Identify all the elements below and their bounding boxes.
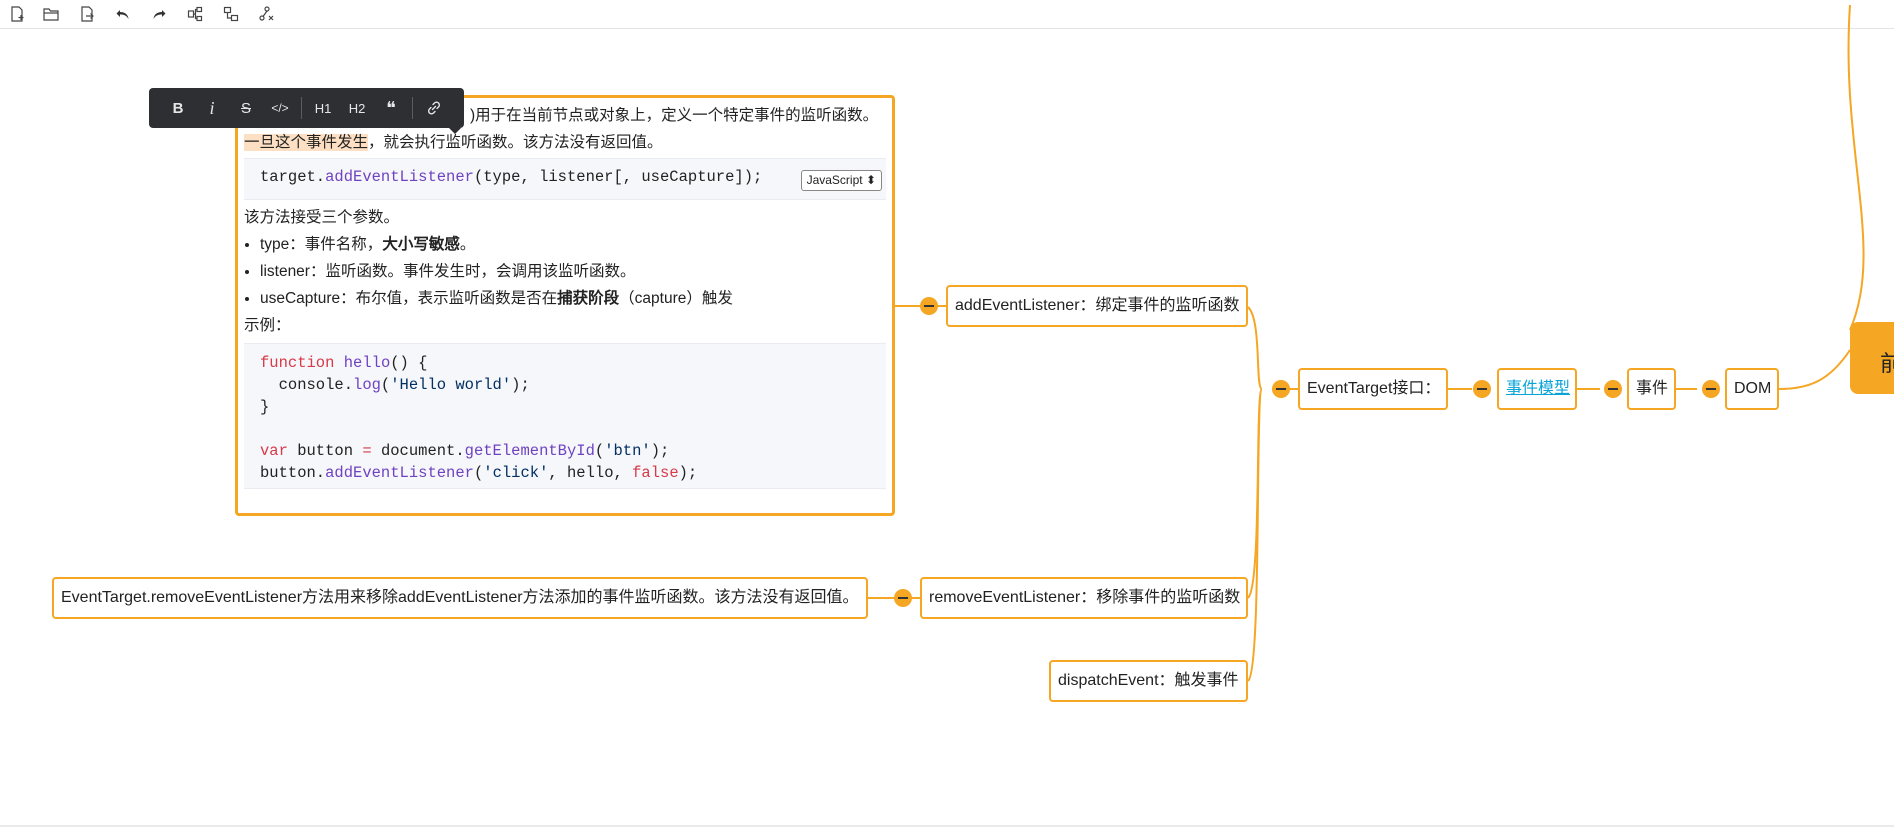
params-intro: 该方法接受三个参数。 bbox=[244, 209, 400, 226]
collapse-add-event-listener-button[interactable] bbox=[920, 297, 938, 315]
collapse-remove-event-listener-button[interactable] bbox=[894, 589, 912, 607]
node-dispatch-event-label: dispatchEvent：触发事件 bbox=[1058, 672, 1239, 689]
node-event-model-link[interactable]: 事件模型 bbox=[1506, 379, 1570, 399]
node-remove-event-listener[interactable]: removeEventListener：移除事件的监听函数 bbox=[920, 577, 1248, 619]
italic-button[interactable]: i bbox=[195, 92, 229, 124]
code-button[interactable]: </> bbox=[263, 92, 297, 124]
node-dispatch-event[interactable]: dispatchEvent：触发事件 bbox=[1049, 660, 1248, 702]
example-code-block[interactable]: function hello() { console.log('Hello wo… bbox=[244, 343, 886, 489]
node-add-event-listener[interactable]: addEventListener：绑定事件的监听函数 bbox=[946, 285, 1248, 327]
node-dom-label: DOM bbox=[1734, 380, 1772, 397]
format-separator bbox=[412, 97, 413, 119]
params-list: type：事件名称，大小写敏感。 listener：监听函数。事件发生时，会调用… bbox=[244, 231, 886, 312]
heading2-button[interactable]: H2 bbox=[340, 92, 374, 124]
blockquote-button[interactable]: ❝ bbox=[374, 92, 408, 124]
node-event-label: 事件 bbox=[1636, 380, 1669, 397]
highlighted-text: 一旦这个事件发生 bbox=[244, 134, 369, 151]
bold-button[interactable]: B bbox=[161, 92, 195, 124]
node-eventtarget[interactable]: EventTarget接口： bbox=[1298, 368, 1448, 410]
node-eventtarget-label: EventTarget接口： bbox=[1307, 380, 1441, 397]
collapse-event-model-button[interactable] bbox=[1473, 380, 1491, 398]
node-event-model[interactable]: 事件模型 bbox=[1497, 368, 1577, 410]
node-remove-description-label: EventTarget.removeEventListener方法用来移除add… bbox=[61, 589, 859, 606]
example-label: 示例： bbox=[244, 317, 291, 334]
node-remove-event-listener-label: removeEventListener：移除事件的监听函数 bbox=[929, 589, 1241, 606]
format-separator bbox=[301, 97, 302, 119]
node-event[interactable]: 事件 bbox=[1627, 368, 1676, 410]
root-node[interactable]: 前 bbox=[1850, 322, 1894, 394]
node-dom[interactable]: DOM bbox=[1725, 368, 1779, 410]
rich-text-editor[interactable]: )用于在当前节点或对象上，定义一个特定事件的监听函数。 一旦这个事件发生，就会执… bbox=[235, 95, 895, 516]
strikethrough-button[interactable]: S bbox=[229, 92, 263, 124]
collapse-event-button[interactable] bbox=[1604, 380, 1622, 398]
format-toolbar: B i S </> H1 H2 ❝ bbox=[149, 88, 464, 134]
param-usecapture: useCapture：布尔值，表示监听函数是否在捕获阶段（capture）触发 bbox=[260, 285, 886, 312]
root-node-label: 前 bbox=[1880, 351, 1894, 376]
param-type: type：事件名称，大小写敏感。 bbox=[260, 231, 886, 258]
heading1-button[interactable]: H1 bbox=[306, 92, 340, 124]
signature-code-block[interactable]: target.addEventListener(type, listener[,… bbox=[244, 158, 886, 200]
collapse-dom-button[interactable] bbox=[1702, 380, 1720, 398]
link-icon[interactable] bbox=[417, 92, 451, 124]
editor-paragraph-2: 一旦这个事件发生，就会执行监听函数。该方法没有返回值。 bbox=[244, 134, 663, 151]
node-remove-description[interactable]: EventTarget.removeEventListener方法用来移除add… bbox=[52, 577, 868, 619]
node-add-event-listener-label: addEventListener：绑定事件的监听函数 bbox=[955, 297, 1240, 314]
language-select[interactable]: JavaScript ⬍ bbox=[800, 170, 882, 191]
collapse-eventtarget-button[interactable] bbox=[1272, 380, 1290, 398]
param-listener: listener：监听函数。事件发生时，会调用该监听函数。 bbox=[260, 258, 886, 285]
